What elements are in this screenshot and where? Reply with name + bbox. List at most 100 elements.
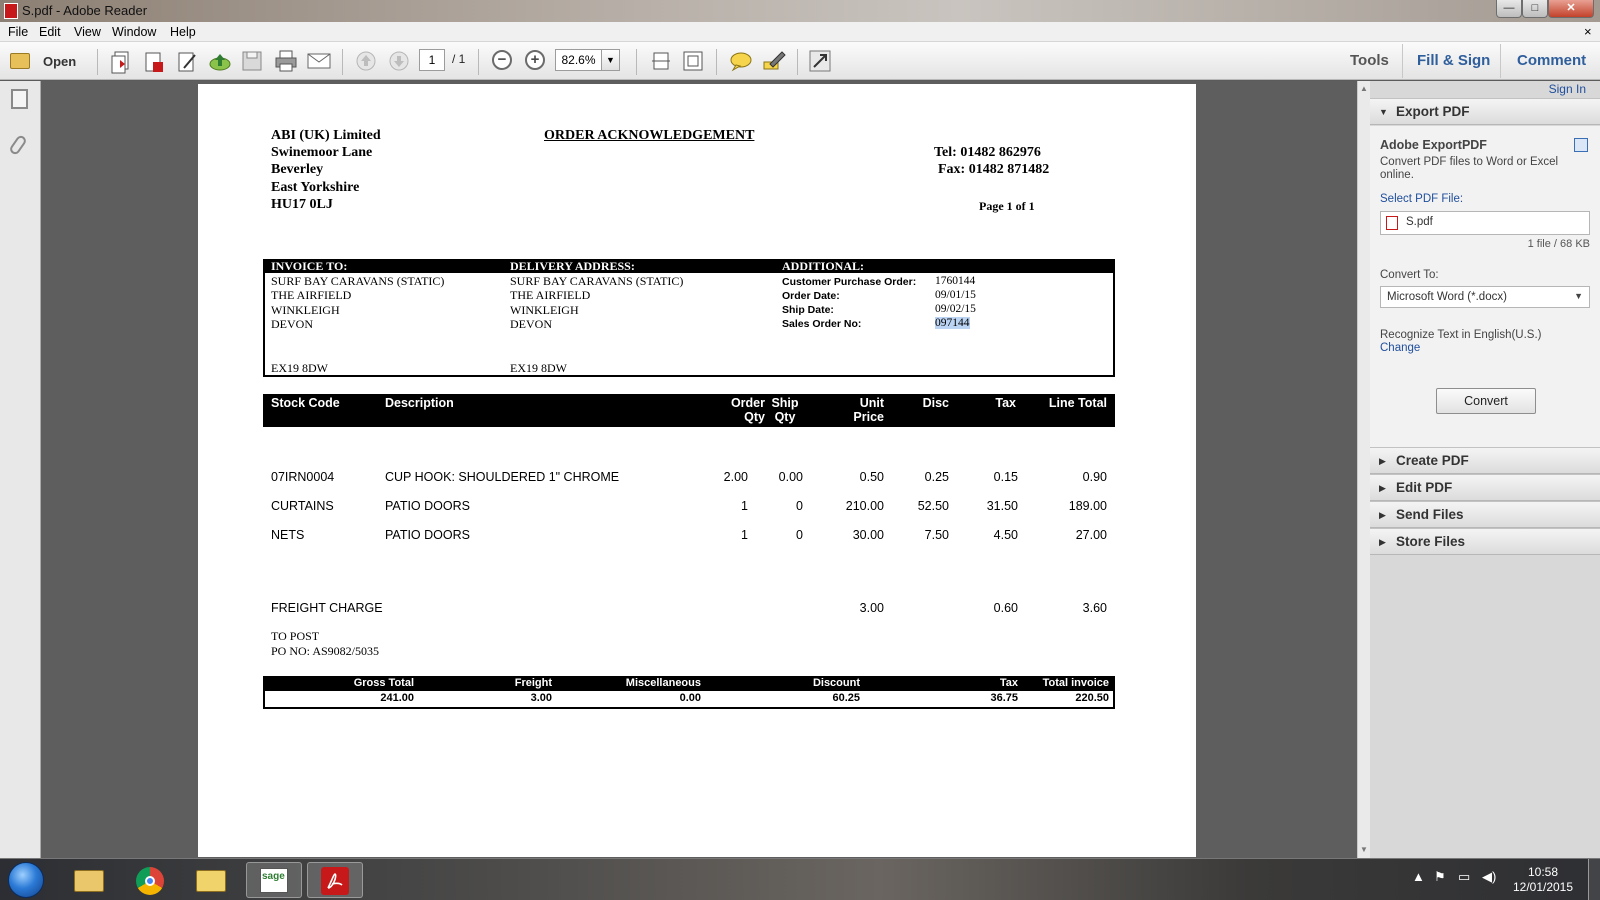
sign-in-link[interactable]: Sign In [1549,82,1586,96]
line-disc: 52.50 [917,499,949,513]
sticky-note-icon[interactable] [729,50,752,72]
page-up-icon[interactable] [355,50,377,72]
delivery-line: SURF BAY CARAVANS (STATIC) [510,274,684,288]
edit-pdf-label: Edit PDF [1396,480,1453,495]
tab-fill-sign[interactable]: Fill & Sign [1417,52,1490,69]
recognize-text-label: Recognize Text in English(U.S.) [1380,329,1542,341]
total-misc-value: 0.00 [679,692,701,704]
store-files-section-header[interactable]: ▶ Store Files [1370,528,1600,555]
line-ship-qty: 0.00 [778,470,803,484]
zoom-out-button[interactable]: − [492,50,512,70]
convert-button[interactable]: Convert [1436,388,1536,414]
col-order-qty: Order [730,396,765,410]
outlook-icon[interactable] [183,862,239,898]
col-line-total: Line Total [1048,396,1107,410]
line-unit-price: 30.00 [852,528,884,542]
order-date-label: Order Date: [782,290,840,302]
windows-taskbar: sage ▲ ⚑ ▭ ◀) 10:58 12/01/2015 [0,858,1600,900]
edit-pdf-icon[interactable] [143,50,165,72]
network-icon[interactable]: ▭ [1458,869,1470,885]
adobe-reader-icon[interactable] [307,862,363,898]
volume-icon[interactable]: ◀) [1482,869,1496,885]
toolbar-separator [97,49,98,75]
send-files-section-header[interactable]: ▶ Send Files [1370,501,1600,528]
toolbar-separator [478,49,479,75]
fax: Fax: 01482 871482 [938,162,1050,177]
col-order-qty: Qty [744,410,765,424]
menu-view[interactable]: View [74,25,101,39]
zoom-in-button[interactable]: + [525,50,545,70]
menu-help[interactable]: Help [170,25,196,39]
col-ship-qty: Qty [774,410,796,424]
upload-icon[interactable] [208,50,231,72]
total-freight-value: 3.00 [530,692,552,704]
company-address-line: Beverley [271,162,324,177]
scroll-up-icon[interactable]: ▲ [1360,84,1368,93]
print-icon[interactable] [274,50,297,72]
chrome-icon[interactable] [122,862,178,898]
line-order-qty: 1 [741,528,748,542]
order-date-value: 09/01/15 [935,289,976,301]
line-description: PATIO DOORS [385,499,470,513]
tab-tools[interactable]: Tools [1350,52,1389,69]
maximize-button[interactable]: □ [1522,0,1548,18]
navigation-pane [0,81,41,858]
document-title: ORDER ACKNOWLEDGEMENT [544,128,755,143]
sign-icon[interactable] [176,50,198,72]
fit-width-icon[interactable] [682,50,704,72]
page-number-input[interactable]: 1 [419,49,445,71]
change-language-link[interactable]: Change [1380,342,1420,354]
fullscreen-icon[interactable] [809,50,831,72]
highlight-icon[interactable] [762,50,786,72]
page-down-icon[interactable] [388,50,410,72]
fit-page-icon[interactable] [650,50,672,72]
minimize-button[interactable]: — [1496,0,1522,18]
menu-file[interactable]: File [8,25,28,39]
edit-pdf-section-header[interactable]: ▶ Edit PDF [1370,474,1600,501]
tools-pane: Sign In ▼ Export PDF Adobe ExportPDF Con… [1370,81,1600,858]
selected-file-box[interactable]: S.pdf [1380,211,1590,235]
show-hidden-icons-icon[interactable]: ▲ [1412,869,1425,884]
zoom-dropdown-button[interactable]: ▼ [602,49,620,71]
close-document-button[interactable]: × [1584,24,1592,39]
show-desktop-button[interactable] [1588,859,1600,900]
sage-icon[interactable]: sage [246,862,302,898]
total-head-discount: Discount [812,677,860,689]
sales-order-label: Sales Order No: [782,318,862,330]
system-clock[interactable]: 10:58 12/01/2015 [1512,865,1574,895]
menu-window[interactable]: Window [112,25,156,39]
col-disc: Disc [922,396,949,410]
action-center-flag-icon[interactable]: ⚑ [1434,869,1446,885]
mail-icon[interactable] [307,51,331,73]
tab-comment[interactable]: Comment [1517,52,1586,69]
open-label: Open [43,54,77,69]
col-description: Description [385,396,454,410]
line-tax: 0.15 [993,470,1018,484]
create-pdf-section-header[interactable]: ▶ Create PDF [1370,447,1600,474]
close-window-button[interactable]: ✕ [1548,0,1594,18]
note-line: PO NO: AS9082/5035 [271,644,380,658]
zoom-level-input[interactable]: 82.6% [555,49,602,71]
vertical-scrollbar[interactable]: ▲ ▼ [1357,81,1370,858]
file-explorer-icon[interactable] [61,862,117,898]
save-icon[interactable] [241,50,263,72]
page-count-label: Page 1 of 1 [979,199,1035,213]
menu-edit[interactable]: Edit [39,25,61,39]
collapsed-triangle-icon: ▶ [1379,456,1386,466]
start-button[interactable] [8,862,44,898]
convert-format-select[interactable]: Microsoft Word (*.docx) ▼ [1380,286,1590,308]
delivery-line: DEVON [510,317,552,331]
convert-to-label: Convert To: [1380,269,1439,281]
page-thumbnails-icon[interactable] [11,89,28,109]
line-ship-qty: 0 [796,499,803,513]
sales-order-value[interactable]: 097144 [935,317,970,329]
adobe-reader-app-icon [4,3,18,19]
attachments-icon[interactable] [8,133,28,157]
export-info-icon[interactable] [1574,138,1588,152]
scroll-down-icon[interactable]: ▼ [1360,845,1368,854]
store-files-label: Store Files [1396,534,1466,549]
telephone: Tel: 01482 862976 [934,145,1041,160]
export-pdf-section-header[interactable]: ▼ Export PDF [1370,98,1600,125]
freight-price: 3.00 [859,601,884,615]
create-pdf-icon[interactable] [110,50,132,74]
